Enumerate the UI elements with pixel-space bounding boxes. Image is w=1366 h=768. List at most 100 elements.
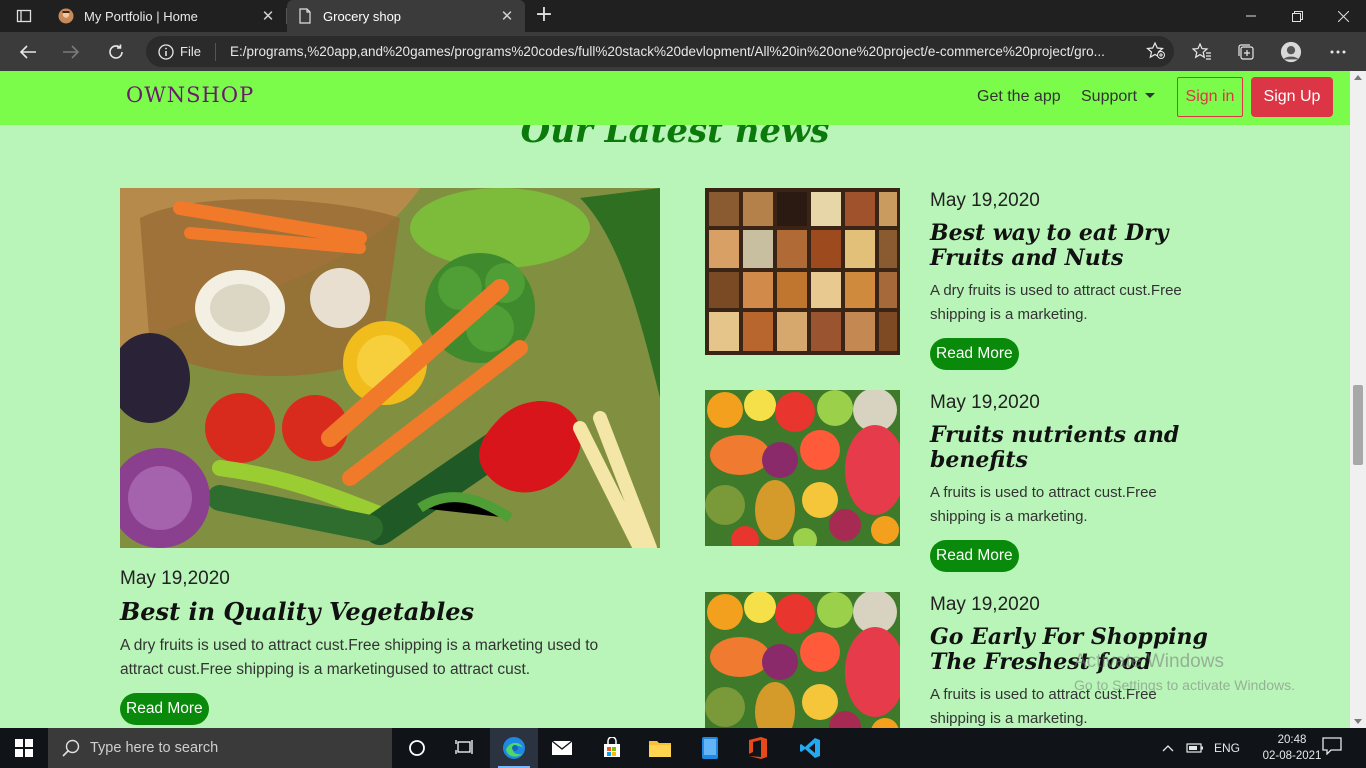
vscode-icon <box>800 738 820 758</box>
tab-title: My Portfolio | Home <box>84 8 198 24</box>
more-dots-icon <box>1330 50 1346 54</box>
scroll-down-arrow-icon[interactable] <box>1354 719 1362 724</box>
forward-button[interactable] <box>58 39 84 65</box>
taskbar-clock[interactable]: 20:48 02-08-2021 <box>1262 732 1322 764</box>
news-title: Best way to eat Dry Fruits and Nuts <box>930 220 1169 271</box>
folder-icon <box>649 741 671 757</box>
close-tab-icon[interactable]: ✕ <box>260 7 276 25</box>
store-icon <box>604 737 620 757</box>
search-placeholder: Type here to search <box>90 740 219 756</box>
support-dropdown[interactable]: Support <box>1081 88 1156 106</box>
brand-logo[interactable]: OWNSHOP <box>126 83 254 107</box>
start-button[interactable] <box>0 728 48 768</box>
store-app-button[interactable] <box>588 728 636 768</box>
tab-grocery-shop[interactable]: Grocery shop ✕ <box>287 0 525 32</box>
add-favorite-button[interactable] <box>1146 41 1166 64</box>
sign-up-button[interactable]: Sign Up <box>1251 77 1333 117</box>
battery-network-icon[interactable] <box>1186 741 1204 755</box>
clock-time: 20:48 <box>1277 734 1307 746</box>
edge-app-button[interactable] <box>490 728 538 768</box>
watermark-title: Activate Windows <box>1074 651 1224 672</box>
profile-button[interactable] <box>1280 41 1302 63</box>
language-indicator[interactable]: ENG <box>1214 741 1240 755</box>
fruits-image <box>705 592 900 728</box>
profile-avatar-icon <box>1280 41 1302 63</box>
fruits-image <box>705 390 900 546</box>
read-more-button[interactable]: Read More <box>120 693 209 725</box>
read-more-button[interactable]: Read More <box>930 540 1019 572</box>
page-icon <box>297 8 313 24</box>
back-button[interactable] <box>15 39 41 65</box>
scroll-up-arrow-icon[interactable] <box>1354 75 1362 80</box>
site-info-button[interactable]: File <box>158 42 216 61</box>
watermark-subtitle: Go to Settings to activate Windows. <box>1074 677 1295 693</box>
support-label: Support <box>1081 88 1138 105</box>
feature-date: May 19,2020 <box>120 568 230 589</box>
tab-actions-icon <box>16 9 32 23</box>
close-tab-icon[interactable]: ✕ <box>499 7 515 25</box>
cortana-circle-icon <box>409 740 425 756</box>
mail-app-button[interactable] <box>538 728 586 768</box>
file-explorer-button[interactable] <box>636 728 684 768</box>
vscode-app-button[interactable] <box>786 728 834 768</box>
scroll-thumb[interactable] <box>1353 385 1363 465</box>
sign-in-button[interactable]: Sign in <box>1177 77 1243 117</box>
news-text: A fruits is used to attract cust.Free sh… <box>930 484 1157 525</box>
restore-button[interactable] <box>1274 0 1320 32</box>
minimize-icon <box>1246 15 1256 17</box>
forward-arrow-icon <box>63 45 80 59</box>
restore-icon <box>1291 10 1303 22</box>
notepad-app-button[interactable] <box>686 728 734 768</box>
news-date: May 19,2020 <box>930 594 1040 615</box>
back-arrow-icon <box>19 45 36 59</box>
notification-center-button[interactable] <box>1322 737 1344 759</box>
refresh-button[interactable] <box>103 39 129 65</box>
url-text: E:/programs,%20app,and%20games/programs%… <box>229 44 1105 59</box>
news-date: May 19,2020 <box>930 190 1040 211</box>
tab-actions-button[interactable] <box>8 6 40 26</box>
windows-taskbar: Type here to search ENG 20:48 02-08-2021 <box>0 728 1366 768</box>
minimize-button[interactable] <box>1228 0 1274 32</box>
windows-logo-icon <box>15 739 33 757</box>
vegetables-image <box>120 188 660 548</box>
avatar-icon <box>58 8 74 24</box>
info-icon <box>158 43 174 60</box>
site-navbar: OWNSHOP Get the app Support Sign in Sign… <box>0 71 1350 125</box>
clock-date: 02-08-2021 <box>1262 750 1322 762</box>
favorites-icon <box>1192 43 1211 60</box>
caret-down-icon <box>1145 93 1156 98</box>
edge-icon <box>503 737 525 759</box>
feature-title: Best in Quality Vegetables <box>120 597 475 626</box>
collections-button[interactable] <box>1235 41 1257 63</box>
favorites-button[interactable] <box>1191 41 1213 63</box>
collections-icon <box>1238 44 1254 60</box>
mail-icon <box>551 740 573 755</box>
new-tab-button[interactable]: + <box>533 4 555 26</box>
notification-icon <box>1322 737 1342 756</box>
page-content: Our Latest news May 19,2020 Best in Qual… <box>0 71 1350 728</box>
taskbar-search-input[interactable]: Type here to search <box>48 728 392 768</box>
close-icon <box>1337 10 1349 22</box>
browser-tab-strip: My Portfolio | Home ✕ Grocery shop ✕ + <box>0 0 1366 32</box>
star-add-icon <box>1146 41 1165 59</box>
chevron-up-icon[interactable] <box>1162 744 1174 752</box>
tab-portfolio[interactable]: My Portfolio | Home ✕ <box>48 0 286 32</box>
dry-fruits-image <box>705 188 900 355</box>
cortana-button[interactable] <box>393 728 441 768</box>
page-scrollbar[interactable] <box>1350 71 1366 728</box>
feature-text: A dry fruits is used to attract cust.Fre… <box>120 637 599 678</box>
close-window-button[interactable] <box>1320 0 1366 32</box>
read-more-button[interactable]: Read More <box>930 338 1019 370</box>
url-scheme-label: File <box>180 44 201 59</box>
task-view-icon <box>455 740 473 754</box>
settings-more-button[interactable] <box>1327 41 1349 63</box>
tab-title: Grocery shop <box>323 8 402 24</box>
get-app-link[interactable]: Get the app <box>977 88 1061 106</box>
phone-tablet-icon <box>702 737 718 759</box>
search-icon <box>62 739 80 757</box>
activate-windows-watermark: Activate Windows Go to Settings to activ… <box>1074 651 1295 693</box>
news-text: A dry fruits is used to attract cust.Fre… <box>930 282 1182 323</box>
task-view-button[interactable] <box>441 728 489 768</box>
address-bar[interactable]: File E:/programs,%20app,and%20games/prog… <box>146 36 1174 67</box>
office-app-button[interactable] <box>734 728 782 768</box>
